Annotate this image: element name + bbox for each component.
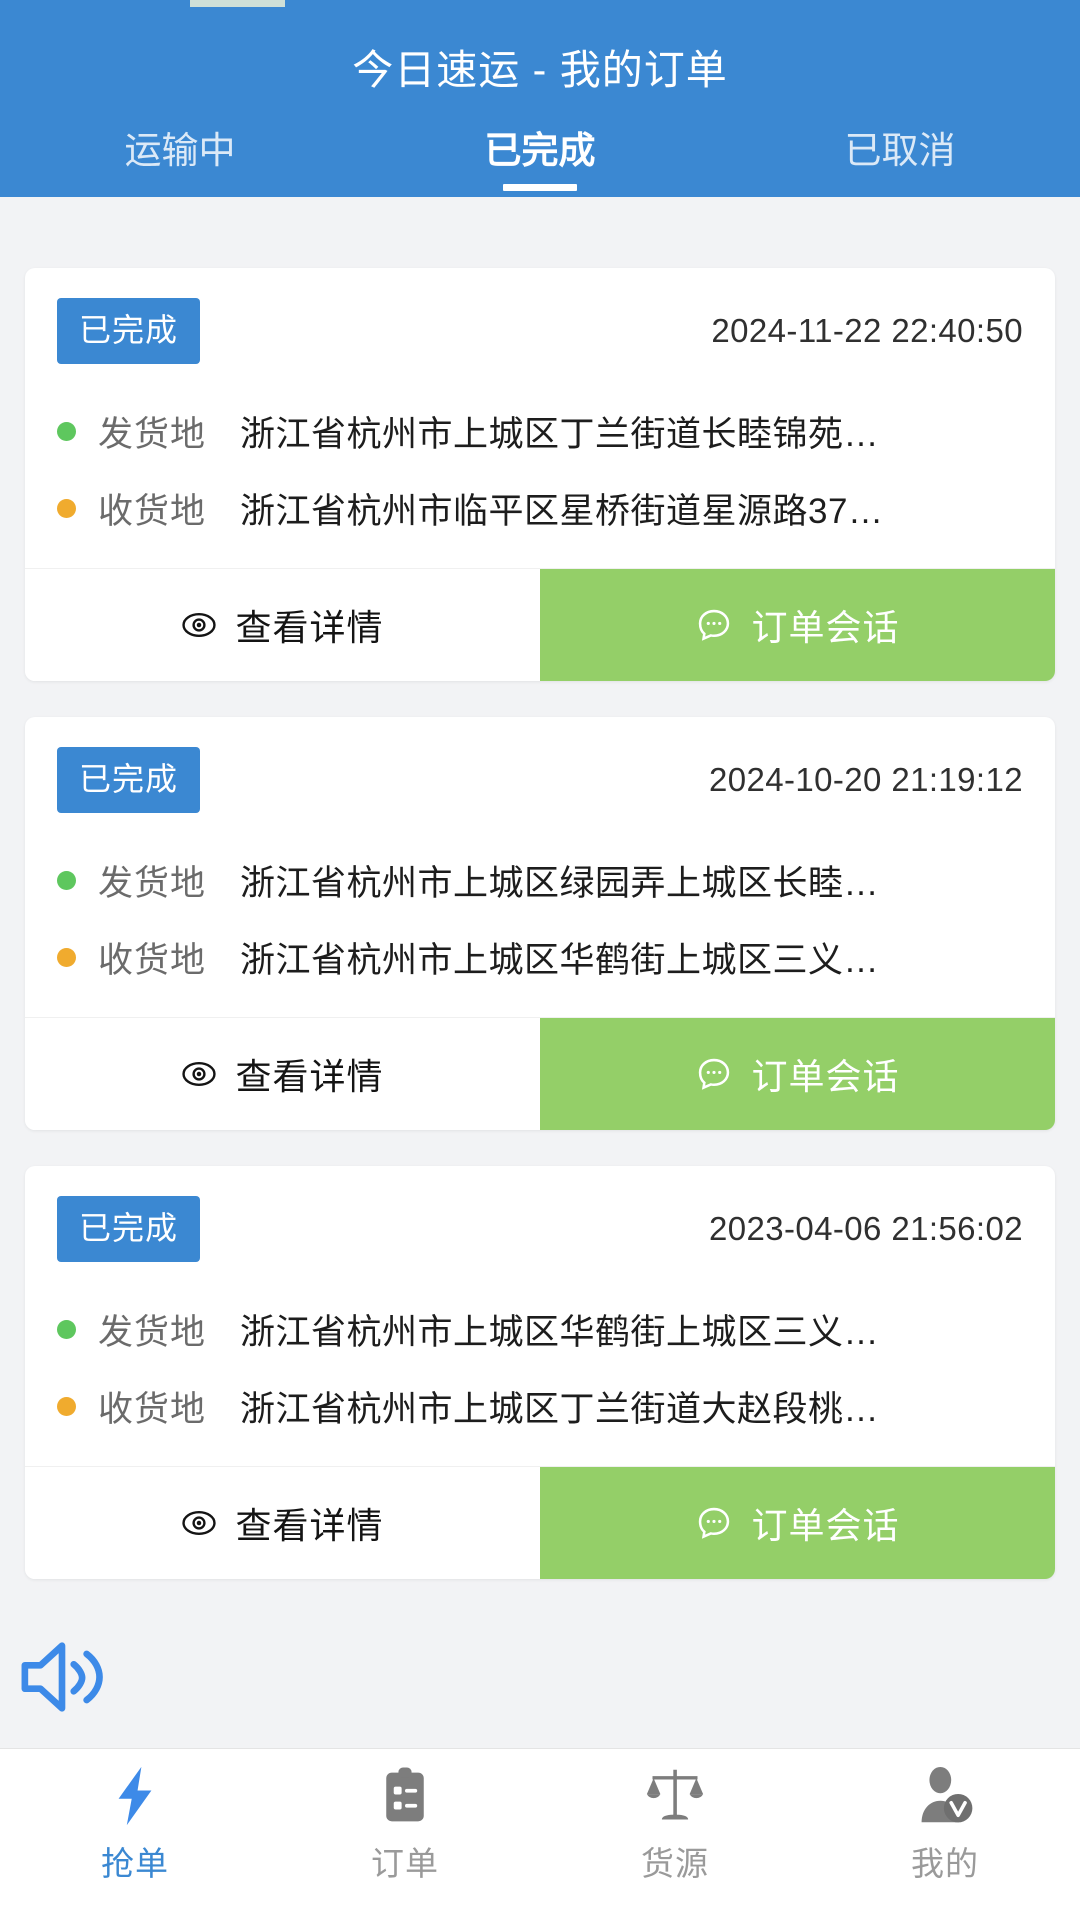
eye-icon	[182, 613, 217, 637]
status-badge: 已完成	[57, 1196, 201, 1262]
status-badge: 已完成	[57, 298, 201, 364]
origin-address-row: 发货地 浙江省杭州市上城区绿园弄上城区长睦…	[57, 855, 1023, 906]
origin-value: 浙江省杭州市上城区华鹤街上城区三义…	[240, 1313, 880, 1352]
destination-value: 浙江省杭州市临平区星桥街道星源路37…	[240, 492, 884, 531]
order-card-body: 已完成 2023-04-06 21:56:02 发货地 浙江省杭州市上城区华鹤街…	[25, 1166, 1055, 1467]
order-chat-label: 订单会话	[751, 607, 900, 648]
order-chat-button[interactable]: 订单会话	[540, 1467, 1055, 1579]
order-card-header: 已完成 2024-10-20 21:19:12	[57, 747, 1023, 813]
order-chat-button[interactable]: 订单会话	[540, 1018, 1055, 1130]
order-status-tabbar: 运输中 已完成 已取消	[0, 91, 1080, 197]
view-detail-label: 查看详情	[235, 607, 384, 648]
destination-label: 收货地	[98, 492, 207, 531]
order-card-actions: 查看详情 订单会话	[25, 1018, 1055, 1130]
order-timestamp: 2023-04-06 21:56:02	[708, 1210, 1023, 1247]
order-card-actions: 查看详情 订单会话	[25, 569, 1055, 681]
clipboard-checklist-glyph	[386, 1767, 424, 1822]
tab-in-transit[interactable]: 运输中	[0, 130, 360, 193]
order-list[interactable]: 已完成 2024-11-22 22:40:50 发货地 浙江省杭州市上城区丁兰街…	[0, 246, 1080, 1748]
order-card-header: 已完成 2024-11-22 22:40:50	[57, 298, 1023, 364]
balance-scale-icon	[645, 1765, 705, 1827]
order-card-header: 已完成 2023-04-06 21:56:02	[57, 1196, 1023, 1262]
clipboard-checklist-icon	[379, 1765, 431, 1827]
destination-label: 收货地	[98, 1390, 207, 1429]
order-card[interactable]: 已完成 2023-04-06 21:56:02 发货地 浙江省杭州市上城区华鹤街…	[25, 1166, 1055, 1579]
destination-value: 浙江省杭州市上城区丁兰街道大赵段桃…	[240, 1390, 880, 1429]
nav-label-cargo-source: 货源	[641, 1845, 709, 1882]
chat-bubble-icon	[699, 1058, 730, 1090]
nav-label-grab-order: 抢单	[101, 1845, 169, 1882]
destination-label: 收货地	[98, 941, 207, 980]
bottom-navigation: 抢单 订单 货源 我的	[0, 1748, 1080, 1920]
balance-scale-glyph	[646, 1769, 704, 1820]
chat-bubble-icon	[699, 609, 730, 641]
tab-cancelled[interactable]: 已取消	[720, 130, 1080, 193]
voice-announce-button[interactable]	[14, 1634, 110, 1725]
origin-dot-icon	[57, 1320, 76, 1339]
order-card-body: 已完成 2024-10-20 21:19:12 发货地 浙江省杭州市上城区绿园弄…	[25, 717, 1055, 1018]
status-bar-notch	[190, 0, 285, 7]
destination-dot-icon	[57, 1397, 76, 1416]
origin-dot-icon	[57, 422, 76, 441]
view-detail-label: 查看详情	[235, 1505, 384, 1546]
app-header: 今日速运 - 我的订单 运输中 已完成 已取消	[0, 0, 1080, 197]
user-profile-icon	[916, 1765, 974, 1827]
origin-dot-icon	[57, 871, 76, 890]
lightning-bolt-glyph	[118, 1766, 152, 1826]
tab-completed[interactable]: 已完成	[360, 130, 720, 193]
tab-cancelled-label: 已取消	[844, 130, 956, 172]
volume-speaker-icon	[21, 1642, 103, 1712]
nav-item-cargo-source[interactable]: 货源	[540, 1765, 810, 1885]
destination-address-row: 收货地 浙江省杭州市临平区星桥街道星源路37…	[57, 483, 1023, 534]
origin-label: 发货地	[98, 1313, 207, 1352]
order-card[interactable]: 已完成 2024-10-20 21:19:12 发货地 浙江省杭州市上城区绿园弄…	[25, 717, 1055, 1130]
chat-bubble-icon	[699, 1507, 730, 1539]
nav-label-profile: 我的	[911, 1845, 979, 1882]
origin-label: 发货地	[98, 864, 207, 903]
origin-value: 浙江省杭州市上城区绿园弄上城区长睦…	[240, 864, 880, 903]
page-title: 今日速运 - 我的订单	[352, 47, 728, 93]
origin-address-row: 发货地 浙江省杭州市上城区华鹤街上城区三义…	[57, 1304, 1023, 1355]
eye-icon	[182, 1062, 217, 1086]
order-card[interactable]: 已完成 2024-11-22 22:40:50 发货地 浙江省杭州市上城区丁兰街…	[25, 268, 1055, 681]
origin-label: 发货地	[98, 415, 207, 454]
tab-completed-label: 已完成	[484, 130, 596, 172]
nav-label-orders: 订单	[371, 1845, 439, 1882]
destination-address-row: 收货地 浙江省杭州市上城区丁兰街道大赵段桃…	[57, 1381, 1023, 1432]
order-timestamp: 2024-10-20 21:19:12	[708, 761, 1023, 798]
tab-indicator-active	[503, 184, 577, 191]
origin-value: 浙江省杭州市上城区丁兰街道长睦锦苑…	[240, 415, 880, 454]
view-detail-button[interactable]: 查看详情	[25, 1018, 540, 1130]
order-chat-label: 订单会话	[751, 1056, 900, 1097]
nav-item-orders[interactable]: 订单	[270, 1765, 540, 1885]
tab-in-transit-label: 运输中	[124, 130, 236, 172]
eye-icon	[182, 1511, 217, 1535]
destination-address-row: 收货地 浙江省杭州市上城区华鹤街上城区三义…	[57, 932, 1023, 983]
status-badge: 已完成	[57, 747, 201, 813]
view-detail-button[interactable]: 查看详情	[25, 569, 540, 681]
order-chat-button[interactable]: 订单会话	[540, 569, 1055, 681]
order-card-body: 已完成 2024-11-22 22:40:50 发货地 浙江省杭州市上城区丁兰街…	[25, 268, 1055, 569]
destination-dot-icon	[57, 948, 76, 967]
order-card-actions: 查看详情 订单会话	[25, 1467, 1055, 1579]
nav-item-profile[interactable]: 我的	[810, 1765, 1080, 1885]
destination-value: 浙江省杭州市上城区华鹤街上城区三义…	[240, 941, 880, 980]
view-detail-label: 查看详情	[235, 1056, 384, 1097]
destination-dot-icon	[57, 499, 76, 518]
order-timestamp: 2024-11-22 22:40:50	[711, 312, 1023, 349]
nav-item-grab-order[interactable]: 抢单	[0, 1765, 270, 1885]
order-chat-label: 订单会话	[751, 1505, 900, 1546]
lightning-bolt-icon	[108, 1765, 162, 1827]
view-detail-button[interactable]: 查看详情	[25, 1467, 540, 1579]
origin-address-row: 发货地 浙江省杭州市上城区丁兰街道长睦锦苑…	[57, 406, 1023, 457]
user-profile-glyph	[921, 1766, 973, 1823]
